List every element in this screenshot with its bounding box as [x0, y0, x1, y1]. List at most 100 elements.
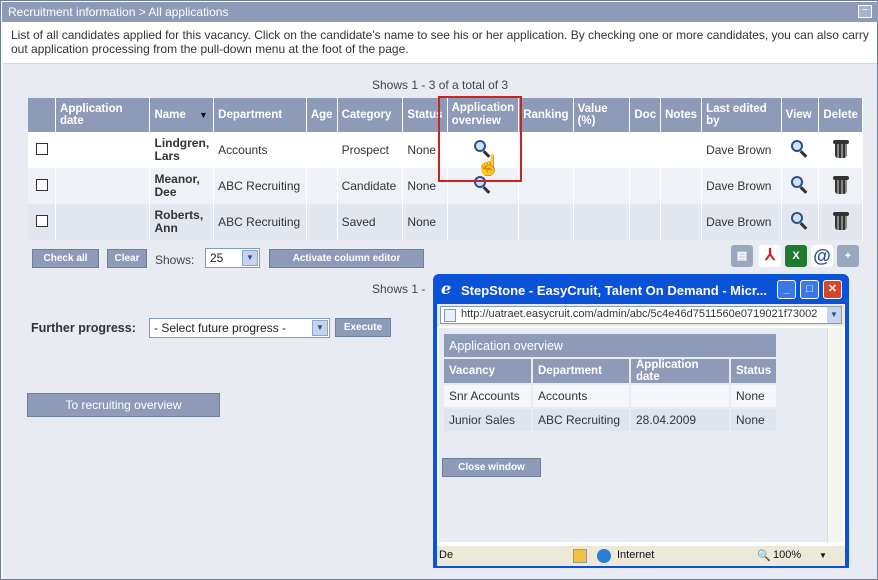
- globe-icon: [597, 549, 611, 563]
- cell-category: Saved: [337, 204, 404, 240]
- zone-label: Internet: [617, 549, 655, 561]
- execute-button[interactable]: Execute: [335, 318, 391, 337]
- status-bar: De Internet 🔍 100% ▼: [437, 546, 845, 566]
- trash-icon[interactable]: [832, 139, 849, 159]
- candidate-name-link[interactable]: Lindgren, Lars: [149, 132, 215, 168]
- candidate-name-link[interactable]: Meanor, Dee: [149, 168, 215, 204]
- address-bar: http://uatraet.easycruit.com/admin/abc/5…: [437, 304, 845, 326]
- cell-age: [306, 168, 338, 204]
- cell-vacancy: Junior Sales: [444, 408, 533, 433]
- future-progress-value: - Select future progress -: [154, 321, 287, 335]
- col-vacancy: Vacancy: [444, 358, 533, 385]
- row-checkbox[interactable]: [35, 214, 48, 227]
- col-application-date[interactable]: Application date: [55, 98, 151, 132]
- col-status: Status: [730, 358, 779, 385]
- col-age[interactable]: Age: [306, 98, 338, 132]
- cell-vacancy: Snr Accounts: [444, 384, 533, 409]
- print-icon[interactable]: ▤: [731, 245, 753, 267]
- export-toolbar: ▤ ⅄ X @ +: [731, 245, 861, 271]
- cell-department: Accounts: [213, 132, 307, 168]
- shows-label: Shows:: [155, 253, 195, 267]
- cell-value: [573, 132, 631, 168]
- zoom-level[interactable]: 100%: [773, 549, 801, 561]
- row-checkbox[interactable]: [35, 178, 48, 191]
- chevron-down-icon[interactable]: ▼: [819, 551, 827, 560]
- row-checkbox[interactable]: [35, 142, 48, 155]
- cell-status: None: [402, 204, 448, 240]
- cell-notes: [660, 132, 703, 168]
- trash-icon[interactable]: [832, 211, 849, 231]
- chevron-down-icon: ▼: [242, 250, 258, 266]
- recruiting-overview-button[interactable]: To recruiting overview: [27, 393, 220, 417]
- col-name[interactable]: Name ▼: [149, 98, 215, 132]
- sort-desc-icon: ▼: [199, 110, 208, 120]
- minimize-button[interactable]: _: [777, 280, 796, 299]
- row-checkbox-cell: [28, 132, 57, 168]
- intro-text: List of all candidates applied for this …: [11, 28, 869, 56]
- col-last-edited[interactable]: Last edited by: [701, 98, 782, 132]
- cell-date: [55, 204, 151, 240]
- excel-icon[interactable]: X: [785, 245, 807, 267]
- cell-date: 28.04.2009: [630, 408, 731, 433]
- cell-delete: [818, 168, 863, 204]
- cell-delete: [818, 204, 863, 240]
- vertical-scrollbar[interactable]: [827, 328, 843, 542]
- col-name-label: Name: [154, 109, 186, 121]
- close-window-button[interactable]: Close window: [442, 458, 541, 477]
- table-row: Roberts, Ann ABC Recruiting Saved None D…: [28, 204, 863, 240]
- further-progress-label: Further progress:: [31, 321, 136, 335]
- page-title: Recruitment information > All applicatio…: [8, 5, 229, 19]
- address-field[interactable]: http://uatraet.easycruit.com/admin/abc/5…: [440, 306, 842, 324]
- cell-status: None: [730, 384, 779, 409]
- view-magnifier-icon[interactable]: [791, 175, 809, 194]
- lock-icon: [573, 549, 587, 563]
- page-header: Recruitment information > All applicatio…: [2, 2, 878, 22]
- print-add-icon[interactable]: +: [837, 245, 859, 267]
- chevron-down-icon: ▼: [312, 320, 328, 336]
- maximize-button[interactable]: □: [800, 280, 819, 299]
- cell-doc: [629, 168, 662, 204]
- col-department: Department: [532, 358, 631, 385]
- candidate-name-link[interactable]: Roberts, Ann: [149, 204, 215, 240]
- pagination-top: Shows 1 - 3 of a total of 3: [372, 78, 509, 92]
- col-department[interactable]: Department: [213, 98, 307, 132]
- cell-date: [630, 384, 731, 409]
- cell-category: Candidate: [337, 168, 404, 204]
- zoom-icon[interactable]: 🔍: [757, 549, 771, 562]
- col-doc[interactable]: Doc: [629, 98, 662, 132]
- col-category[interactable]: Category: [337, 98, 404, 132]
- pdf-icon[interactable]: ⅄: [759, 245, 781, 267]
- cell-age: [306, 132, 338, 168]
- col-notes[interactable]: Notes: [660, 98, 703, 132]
- row-checkbox-cell: [28, 204, 57, 240]
- cell-view: [781, 132, 820, 168]
- cell-edited-by: Dave Brown: [701, 132, 782, 168]
- cell-department: ABC Recruiting: [213, 204, 307, 240]
- page-size-select[interactable]: 25 ▼: [205, 248, 260, 268]
- col-view: View: [781, 98, 820, 132]
- col-select: [28, 98, 57, 132]
- cell-view: [781, 204, 820, 240]
- col-value[interactable]: Value (%): [573, 98, 631, 132]
- clear-button[interactable]: Clear: [107, 249, 147, 268]
- close-window-icon[interactable]: ✕: [823, 280, 842, 299]
- cell-view: [781, 168, 820, 204]
- overview-table: Application overview Vacancy Department …: [444, 334, 779, 433]
- future-progress-select[interactable]: - Select future progress - ▼: [149, 318, 330, 338]
- cell-status: None: [730, 408, 779, 433]
- cell-category: Prospect: [337, 132, 404, 168]
- view-magnifier-icon[interactable]: [791, 139, 809, 158]
- status-text: De: [439, 549, 454, 561]
- trash-icon[interactable]: [832, 175, 849, 195]
- email-icon[interactable]: @: [811, 245, 833, 267]
- cell-notes: [660, 168, 703, 204]
- cell-doc: [629, 132, 662, 168]
- check-all-button[interactable]: Check all: [32, 249, 99, 268]
- col-application-date: Application date: [630, 358, 731, 385]
- cell-doc: [629, 204, 662, 240]
- column-editor-button[interactable]: Activate column editor: [269, 249, 424, 268]
- chevron-down-icon[interactable]: ▼: [827, 307, 841, 323]
- col-ranking[interactable]: Ranking: [518, 98, 574, 132]
- view-magnifier-icon[interactable]: [791, 211, 809, 230]
- collapse-icon[interactable]: −: [858, 5, 872, 18]
